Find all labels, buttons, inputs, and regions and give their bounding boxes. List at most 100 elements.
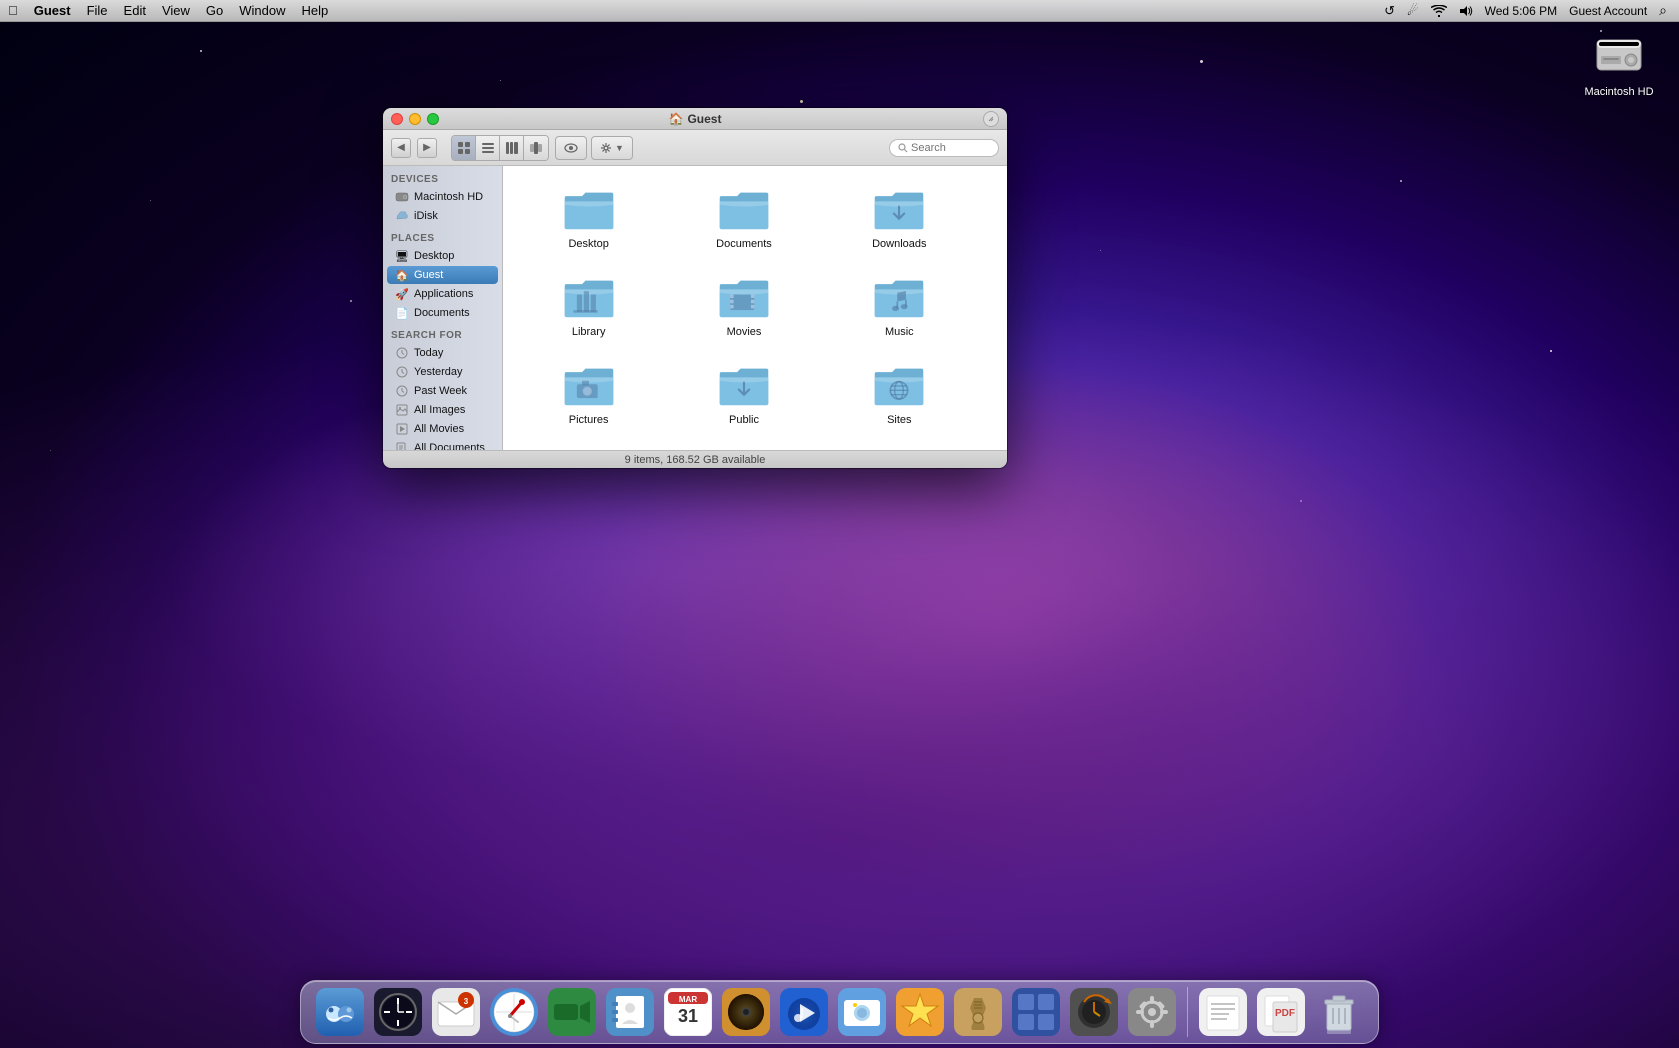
coverflow-view-button[interactable] bbox=[524, 136, 548, 160]
pictures-folder-label: Pictures bbox=[569, 414, 609, 426]
menu-help[interactable]: Help bbox=[294, 0, 337, 22]
action-buttons: ▼ bbox=[555, 136, 633, 160]
sidebar-item-idisk[interactable]: iDisk bbox=[387, 207, 498, 225]
sidebar-item-desktop[interactable]: 🖥 Desktop bbox=[387, 247, 498, 265]
apple-menu[interactable]:  bbox=[0, 0, 26, 22]
sidebar-item-applications[interactable]: 🚀 Applications bbox=[387, 285, 498, 303]
dock-garageband[interactable] bbox=[893, 985, 947, 1039]
dock-preview[interactable]: PDF bbox=[1254, 985, 1308, 1039]
maximize-button[interactable] bbox=[427, 113, 439, 125]
dock-container: 3 MAR 31 bbox=[0, 980, 1679, 1048]
forward-button[interactable]: ▶ bbox=[417, 138, 437, 158]
dock-mail[interactable]: 3 bbox=[429, 985, 483, 1039]
dock-iphoto[interactable] bbox=[835, 985, 889, 1039]
dock-trash[interactable] bbox=[1312, 985, 1366, 1039]
search-input[interactable] bbox=[911, 142, 991, 154]
icon-view-button[interactable] bbox=[452, 136, 476, 160]
folder-movies[interactable]: Movies bbox=[674, 270, 813, 342]
sidebar-item-all-images[interactable]: All Images bbox=[387, 401, 498, 419]
folder-library[interactable]: Library bbox=[519, 270, 658, 342]
svg-text:MAR: MAR bbox=[679, 995, 697, 1004]
status-bar: 9 items, 168.52 GB available bbox=[383, 450, 1007, 468]
desktop-folder-label: Desktop bbox=[568, 238, 608, 250]
sidebar-item-guest[interactable]: 🏠 Guest bbox=[387, 266, 498, 284]
dock-address-book[interactable] bbox=[603, 985, 657, 1039]
sidebar-item-documents[interactable]: 📄 Documents bbox=[387, 304, 498, 322]
sidebar-applications-label: Applications bbox=[414, 288, 473, 300]
folder-sites[interactable]: Sites bbox=[830, 358, 969, 430]
dock-safari[interactable] bbox=[487, 985, 541, 1039]
main-content-area: Desktop Documents bbox=[503, 166, 1007, 450]
hard-drive-sidebar-icon bbox=[395, 190, 409, 204]
column-view-button[interactable] bbox=[500, 136, 524, 160]
sidebar-yesterday-label: Yesterday bbox=[414, 366, 463, 378]
sidebar-all-movies-label: All Movies bbox=[414, 423, 464, 435]
time-machine-menu-icon[interactable]: ↺ bbox=[1380, 3, 1399, 19]
status-bar-text: 9 items, 168.52 GB available bbox=[625, 454, 766, 466]
macintosh-hd-desktop-icon[interactable]: Macintosh HD bbox=[1579, 30, 1659, 98]
dock: 3 MAR 31 bbox=[300, 980, 1379, 1044]
public-folder-label: Public bbox=[729, 414, 759, 426]
dock-system-prefs[interactable] bbox=[1125, 985, 1179, 1039]
clock-display[interactable]: Wed 5:06 PM bbox=[1481, 4, 1561, 18]
sidebar-documents-label: Documents bbox=[414, 307, 470, 319]
eye-action-button[interactable] bbox=[555, 136, 587, 160]
window-body: DEVICES Macintosh HD iDisk PLACES 🖥 Desk… bbox=[383, 166, 1007, 450]
dock-finder[interactable] bbox=[313, 985, 367, 1039]
menu-edit[interactable]: Edit bbox=[116, 0, 154, 22]
sidebar-item-today[interactable]: Today bbox=[387, 344, 498, 362]
window-title: 🏠 Guest bbox=[669, 112, 722, 126]
dock-ical[interactable]: MAR 31 bbox=[661, 985, 715, 1039]
sidebar-item-past-week[interactable]: Past Week bbox=[387, 382, 498, 400]
search-box[interactable] bbox=[889, 139, 999, 157]
idisk-sidebar-icon bbox=[395, 209, 409, 223]
sidebar-past-week-label: Past Week bbox=[414, 385, 467, 397]
user-account-menu[interactable]: Guest Account bbox=[1565, 4, 1651, 18]
folder-documents[interactable]: Documents bbox=[674, 182, 813, 254]
svg-text:31: 31 bbox=[678, 1006, 698, 1026]
spotlight-button[interactable]: ⌕ bbox=[1655, 2, 1671, 19]
menu-view[interactable]: View bbox=[154, 0, 198, 22]
menu-go[interactable]: Go bbox=[198, 0, 231, 22]
documents-folder-label: Documents bbox=[716, 238, 772, 250]
sidebar-item-macintosh-hd[interactable]: Macintosh HD bbox=[387, 188, 498, 206]
folder-music[interactable]: Music bbox=[830, 270, 969, 342]
folder-public[interactable]: Public bbox=[674, 358, 813, 430]
close-button[interactable] bbox=[391, 113, 403, 125]
menu-window[interactable]: Window bbox=[231, 0, 293, 22]
folder-desktop[interactable]: Desktop bbox=[519, 182, 658, 254]
finder-window: 🏠 Guest ◀ ▶ bbox=[383, 108, 1007, 468]
folder-downloads[interactable]: Downloads bbox=[830, 182, 969, 254]
gear-action-button[interactable]: ▼ bbox=[591, 136, 633, 160]
folder-pictures[interactable]: Pictures bbox=[519, 358, 658, 430]
dock-itunes[interactable] bbox=[777, 985, 831, 1039]
applications-sidebar-icon: 🚀 bbox=[395, 287, 409, 301]
dock-time-machine[interactable] bbox=[1067, 985, 1121, 1039]
menubar-right: ↺ ☄ Wed 5:06 PM Guest Account ⌕ bbox=[1380, 2, 1679, 19]
back-button[interactable]: ◀ bbox=[391, 138, 411, 158]
svg-text:PDF: PDF bbox=[1275, 1008, 1295, 1019]
dock-script-editor[interactable] bbox=[1196, 985, 1250, 1039]
sidebar-item-yesterday[interactable]: Yesterday bbox=[387, 363, 498, 381]
resize-button[interactable] bbox=[983, 111, 999, 127]
public-folder-icon bbox=[718, 362, 770, 410]
menu-file[interactable]: File bbox=[79, 0, 116, 22]
dock-spaces[interactable] bbox=[1009, 985, 1063, 1039]
dock-clock[interactable] bbox=[371, 985, 425, 1039]
sites-folder-icon bbox=[873, 362, 925, 410]
dock-guitar[interactable] bbox=[951, 985, 1005, 1039]
sidebar-item-all-movies[interactable]: All Movies bbox=[387, 420, 498, 438]
volume-menu-icon[interactable] bbox=[1455, 5, 1477, 17]
wifi-menu-icon[interactable] bbox=[1427, 5, 1451, 17]
sidebar: DEVICES Macintosh HD iDisk PLACES 🖥 Desk… bbox=[383, 166, 503, 450]
dock-divider bbox=[1187, 987, 1188, 1037]
downloads-folder-icon bbox=[873, 186, 925, 234]
list-view-button[interactable] bbox=[476, 136, 500, 160]
minimize-button[interactable] bbox=[409, 113, 421, 125]
window-toolbar: ◀ ▶ ▼ bbox=[383, 130, 1007, 166]
menu-finder[interactable]: Guest bbox=[26, 0, 79, 22]
sidebar-item-all-documents[interactable]: All Documents bbox=[387, 439, 498, 450]
bluetooth-menu-icon[interactable]: ☄ bbox=[1403, 3, 1423, 19]
dock-facetime[interactable] bbox=[545, 985, 599, 1039]
dock-dvd[interactable] bbox=[719, 985, 773, 1039]
